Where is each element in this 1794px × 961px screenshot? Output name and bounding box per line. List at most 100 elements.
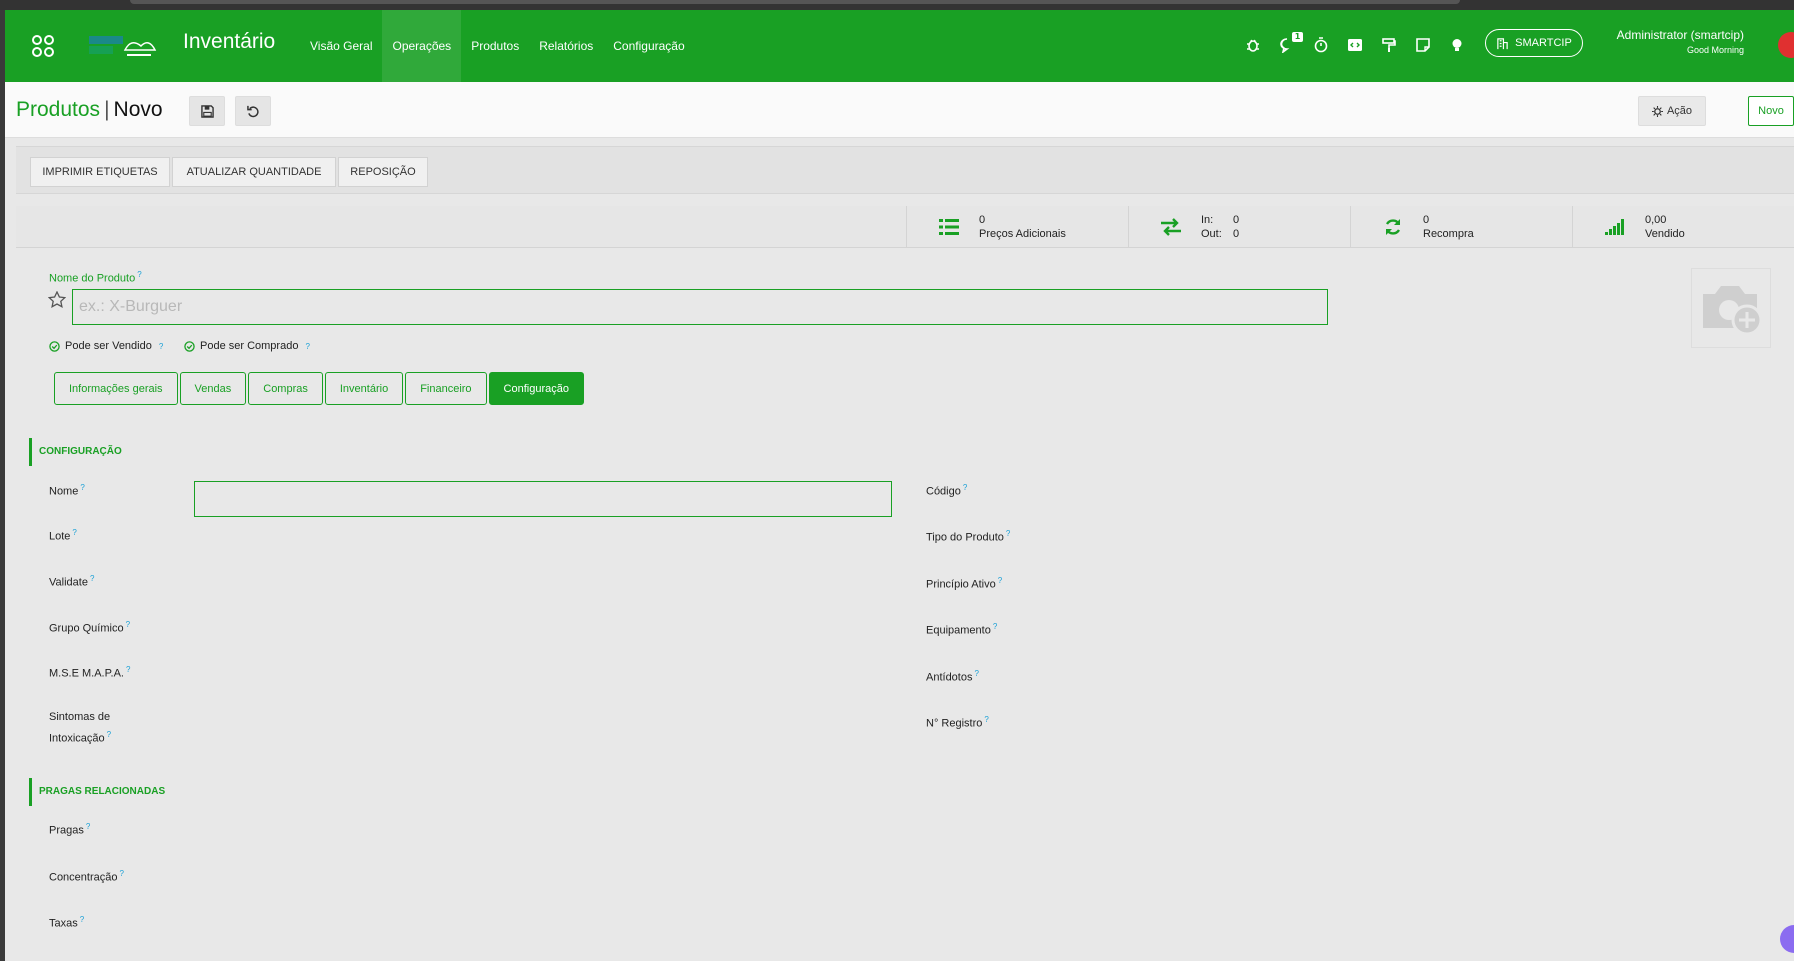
undo-icon	[246, 105, 259, 117]
field-label-registration-number: N° Registro?	[926, 715, 989, 730]
reorder-label: Recompra	[1423, 228, 1474, 240]
sold-label: Vendido	[1645, 228, 1685, 240]
help-icon[interactable]: ?	[126, 620, 130, 629]
discard-button[interactable]	[235, 96, 271, 126]
refresh-icon	[1381, 217, 1405, 237]
action-label: Ação	[1666, 105, 1693, 117]
name-input[interactable]	[194, 481, 892, 517]
breadcrumb-separator: |	[104, 98, 110, 121]
field-label-rates: Taxas?	[49, 915, 85, 930]
form-header-bar: IMPRIMIR ETIQUETAS ATUALIZAR QUANTIDADE …	[16, 146, 1794, 194]
extra-prices-stat-button[interactable]: 0 Preços Adicionais	[906, 206, 1128, 248]
top-menu: Visão Geral Operações Produtos Relatório…	[300, 10, 695, 82]
browser-top-strip	[0, 0, 1794, 10]
chat-badge-count: 1	[1292, 32, 1303, 42]
can-be-sold-checkbox[interactable]: Pode ser Vendido?	[49, 340, 163, 352]
main-navbar: Inventário Visão Geral Operações Produto…	[5, 10, 1794, 82]
tab-accounting[interactable]: Financeiro	[405, 372, 487, 405]
out-value: 0	[1233, 228, 1240, 240]
can-be-purchased-checkbox[interactable]: Pode ser Comprado?	[184, 340, 310, 352]
building-icon	[1497, 37, 1508, 49]
in-label: In:	[1201, 214, 1214, 226]
help-icon[interactable]: ?	[80, 483, 84, 492]
company-logo	[87, 32, 167, 62]
user-menu[interactable]: Administrator (smartcip) Good Morning	[1617, 28, 1744, 55]
help-icon[interactable]: ?	[86, 822, 90, 831]
field-label-code: Código?	[926, 483, 968, 498]
field-label-equipment: Equipamento?	[926, 622, 998, 637]
field-label-concentration: Concentração?	[49, 869, 124, 884]
menu-item-reports[interactable]: Relatórios	[529, 10, 603, 82]
field-label-intoxication-symptoms: Sintomas de Intoxicação?	[49, 711, 112, 745]
form-sheet: 0 Preços Adicionais In: 0 Out: 0 0 Recompra	[16, 206, 1794, 961]
bug-icon[interactable]	[1245, 36, 1261, 54]
field-label-active-ingredient: Princípio Ativo?	[926, 576, 1003, 591]
save-button[interactable]	[189, 96, 225, 126]
chat-icon[interactable]: 1	[1279, 32, 1303, 54]
tab-inventory[interactable]: Inventário	[324, 372, 404, 405]
help-icon[interactable]: ?	[974, 669, 978, 678]
help-icon[interactable]: ?	[120, 869, 124, 878]
camera-add-icon	[1703, 286, 1763, 336]
help-icon[interactable]: ?	[107, 730, 111, 739]
update-quantity-button[interactable]: ATUALIZAR QUANTIDADE	[172, 157, 336, 187]
paint-roller-icon[interactable]	[1381, 36, 1397, 54]
help-icon[interactable]: ?	[963, 483, 967, 492]
new-button[interactable]: Novo	[1748, 96, 1794, 126]
user-greeting: Good Morning	[1686, 45, 1744, 55]
floppy-disk-icon	[200, 104, 214, 118]
out-label: Out:	[1201, 228, 1222, 240]
tab-purchase[interactable]: Compras	[248, 372, 323, 405]
help-icon[interactable]: ?	[126, 665, 130, 674]
reorder-value: 0	[1423, 214, 1430, 226]
product-name-input[interactable]	[72, 289, 1328, 325]
help-icon[interactable]: ?	[80, 915, 84, 924]
field-label-lot: Lote?	[49, 528, 77, 543]
avatar[interactable]	[1778, 32, 1794, 58]
field-label-name: Nome?	[49, 483, 85, 498]
apps-menu-icon[interactable]	[31, 34, 55, 58]
help-icon[interactable]: ?	[90, 574, 94, 583]
sold-stat-button[interactable]: 0,00 Vendido	[1572, 206, 1794, 248]
action-menu-button[interactable]: Ação	[1638, 96, 1706, 126]
control-panel: Produtos | Novo Ação Novo	[5, 82, 1794, 138]
star-icon[interactable]	[47, 290, 67, 309]
product-image-upload[interactable]	[1691, 268, 1771, 348]
tab-sales[interactable]: Vendas	[179, 372, 247, 405]
help-icon[interactable]: ?	[137, 270, 141, 279]
check-circle-icon	[184, 340, 195, 352]
help-icon[interactable]: ?	[998, 576, 1002, 585]
sticky-note-icon[interactable]	[1415, 36, 1431, 54]
extra-prices-label: Preços Adicionais	[979, 228, 1066, 240]
code-icon[interactable]	[1347, 36, 1363, 54]
help-icon[interactable]: ?	[984, 715, 988, 724]
replenish-button[interactable]: REPOSIÇÃO	[338, 157, 428, 187]
help-icon[interactable]: ?	[72, 528, 76, 537]
exchange-icon	[1159, 217, 1183, 237]
menu-item-operations[interactable]: Operações	[382, 10, 462, 82]
print-labels-button[interactable]: IMPRIMIR ETIQUETAS	[30, 157, 170, 187]
field-label-product-type: Tipo do Produto?	[926, 529, 1011, 544]
menu-item-products[interactable]: Produtos	[461, 10, 529, 82]
menu-item-overview[interactable]: Visão Geral	[300, 10, 382, 82]
field-label-antidotes: Antídotos?	[926, 669, 979, 684]
breadcrumb-parent-link[interactable]: Produtos	[16, 98, 100, 121]
help-icon[interactable]: ?	[159, 342, 163, 351]
help-icon[interactable]: ?	[1006, 529, 1010, 538]
app-title[interactable]: Inventário	[183, 30, 275, 54]
company-name: SMARTCIP	[1515, 37, 1572, 49]
tab-general-info[interactable]: Informações gerais	[54, 372, 178, 405]
check-circle-icon	[49, 340, 60, 352]
lightbulb-icon[interactable]	[1449, 36, 1465, 54]
menu-item-configuration[interactable]: Configuração	[603, 10, 694, 82]
stopwatch-icon[interactable]	[1313, 36, 1329, 54]
field-label-validate: Validate?	[49, 574, 95, 589]
company-switcher-button[interactable]: SMARTCIP	[1485, 29, 1583, 57]
can-be-sold-label: Pode ser Vendido	[65, 340, 152, 352]
reorder-stat-button[interactable]: 0 Recompra	[1350, 206, 1572, 248]
product-name-label: Nome do Produto?	[49, 270, 142, 285]
in-out-stat-button[interactable]: In: 0 Out: 0	[1128, 206, 1350, 248]
tab-configuration[interactable]: Configuração	[488, 372, 584, 405]
help-icon[interactable]: ?	[993, 622, 997, 631]
help-icon[interactable]: ?	[305, 342, 309, 351]
